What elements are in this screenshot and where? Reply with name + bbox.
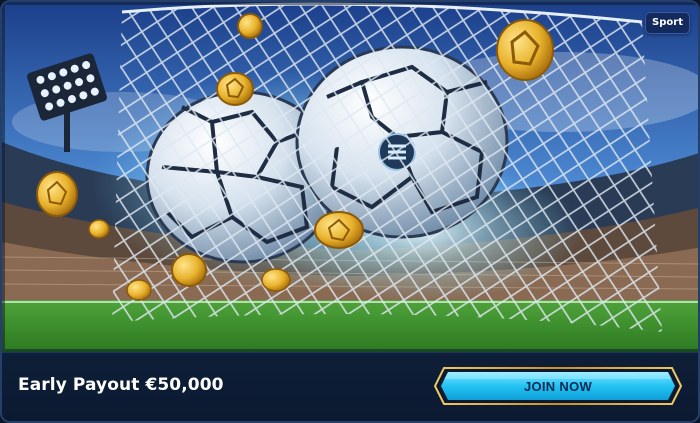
gold-coin-icon	[496, 19, 554, 81]
gold-coin-icon	[171, 253, 207, 287]
gold-coin-icon	[261, 268, 291, 292]
join-now-label: JOIN NOW	[523, 378, 593, 394]
promo-offer-title: Early Payout €50,000	[18, 375, 224, 395]
promo-card[interactable]: Sport Early Payout €50,000 JOIN NOW	[0, 0, 700, 423]
gold-coin-icon	[88, 219, 110, 239]
gold-coin-icon	[216, 72, 254, 106]
promo-hero-image: Sport	[2, 2, 698, 352]
gold-coin-icon	[126, 279, 152, 301]
join-now-button[interactable]: JOIN NOW	[434, 367, 682, 405]
sport-badge: Sport	[645, 12, 690, 34]
gold-coin-icon	[36, 171, 78, 217]
gold-coin-icon	[237, 13, 263, 39]
promo-footer: Early Payout €50,000 JOIN NOW	[2, 352, 698, 421]
gold-coin-icon	[314, 211, 364, 249]
